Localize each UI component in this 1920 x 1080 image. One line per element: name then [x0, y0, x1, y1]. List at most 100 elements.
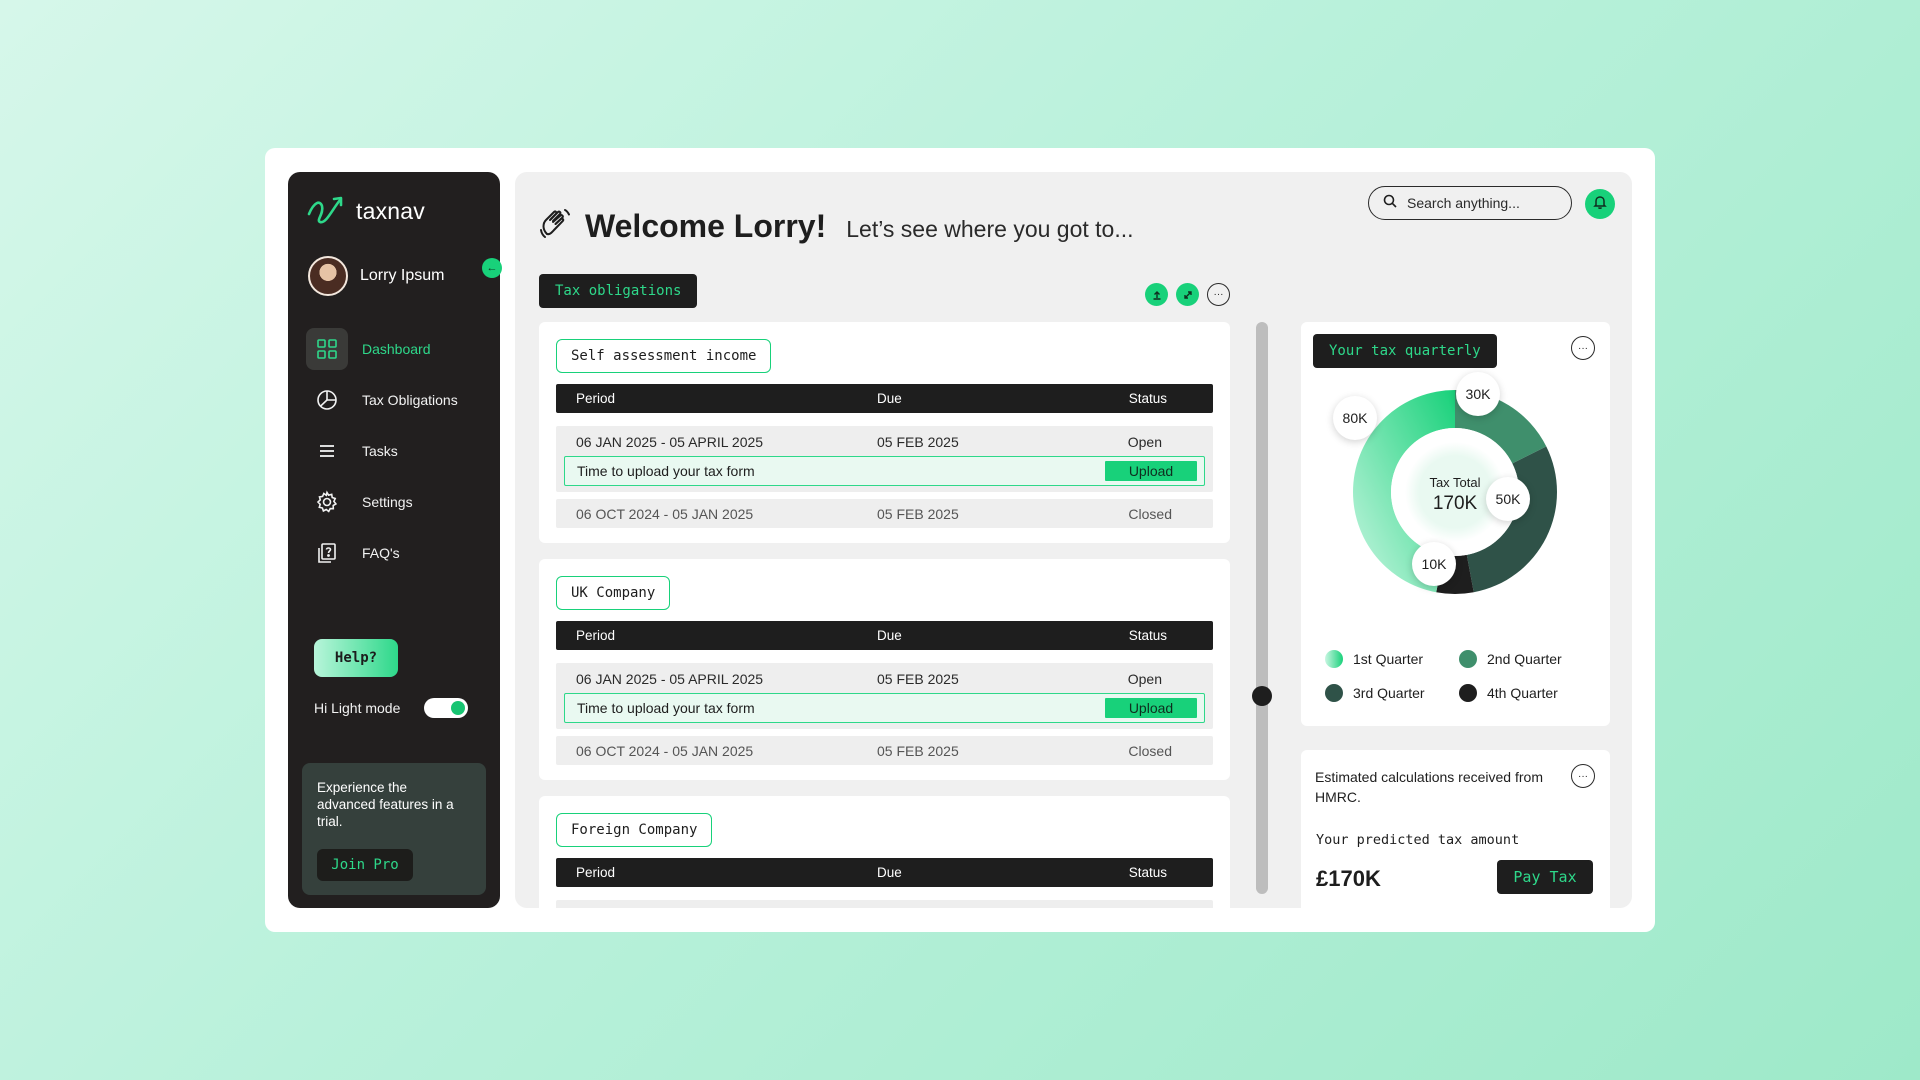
table-row[interactable]: 06 JAN 2025 - 05 APRIL 2025 05 FEB 2025 …: [556, 426, 1213, 492]
table-row[interactable]: 06 OCT 2024 - 05 JAN 2025 05 FEB 2025 Cl…: [556, 499, 1213, 528]
light-mode-row: Hi Light mode: [314, 698, 469, 718]
column-period: Period: [576, 628, 616, 643]
table-header: Period Due Status: [556, 858, 1213, 887]
column-status: Status: [1128, 391, 1167, 406]
sidebar-item-tasks[interactable]: Tasks: [306, 430, 482, 472]
collapse-sidebar-button[interactable]: ←: [482, 258, 502, 278]
search-input[interactable]: Search anything...: [1407, 195, 1520, 211]
more-options-icon[interactable]: ···: [1571, 764, 1595, 788]
legend-swatch: [1325, 650, 1343, 668]
row-period: 06 OCT 2024 - 05 JAN 2025: [576, 506, 754, 522]
upload-button[interactable]: Upload: [1105, 461, 1197, 481]
legend-item-q1: 1st Quarter: [1325, 650, 1459, 668]
faq-icon: [306, 532, 348, 574]
user-name: Lorry Ipsum: [360, 267, 445, 284]
legend-label: 3rd Quarter: [1353, 685, 1425, 701]
sidebar-nav: Dashboard Tax Obligations Tasks Settings…: [306, 328, 482, 583]
bell-icon: [1592, 194, 1608, 215]
column-status: Status: [1128, 628, 1167, 643]
more-options-icon[interactable]: ···: [1207, 283, 1230, 306]
join-pro-button[interactable]: Join Pro: [317, 849, 413, 881]
row-due: 05 FEB 2025: [877, 671, 959, 687]
row-status: Open: [1127, 434, 1162, 450]
table-row[interactable]: 06 OCT 2024 - 05 JAN 2025 05 FEB 2025 Cl…: [556, 736, 1213, 765]
sidebar-item-faqs[interactable]: FAQ's: [306, 532, 482, 574]
table-row[interactable]: [556, 900, 1213, 908]
legend-swatch: [1459, 684, 1477, 702]
search-icon: [1383, 194, 1397, 213]
row-status: Open: [1127, 671, 1162, 687]
legend-label: 4th Quarter: [1487, 685, 1558, 701]
slice-label-q1: 80K: [1333, 396, 1377, 440]
sidebar-item-dashboard[interactable]: Dashboard: [306, 328, 482, 370]
main-content: Welcome Lorry! Let’s see where you got t…: [515, 172, 1632, 908]
promo-text: Experience the advanced features in a tr…: [317, 780, 454, 829]
notifications-button[interactable]: [1585, 189, 1615, 219]
light-mode-toggle[interactable]: [424, 698, 469, 718]
legend-item-q4: 4th Quarter: [1459, 684, 1585, 702]
list-icon: [306, 430, 348, 472]
sidebar-item-label: Settings: [362, 494, 413, 510]
estimate-title: Estimated calculations received from HMR…: [1315, 769, 1543, 805]
section-actions: ···: [1145, 283, 1230, 306]
scrollbar-thumb[interactable]: [1252, 686, 1272, 706]
taxnav-logo-icon: [306, 192, 350, 231]
help-button[interactable]: Help?: [314, 639, 398, 677]
page-subtitle: Let’s see where you got to...: [846, 216, 1134, 242]
row-due: 05 FEB 2025: [877, 506, 959, 522]
light-mode-label: Hi Light mode: [314, 700, 401, 716]
sidebar: taxnav Lorry Ipsum ← Dashboard Tax Oblig…: [288, 172, 502, 908]
upload-message: Time to upload your tax form: [577, 700, 755, 716]
donut-center-label: Tax Total: [1429, 475, 1480, 490]
chevron-left-icon: ←: [486, 262, 498, 274]
sidebar-item-label: Tasks: [362, 443, 398, 459]
slice-label-q4: 10K: [1412, 542, 1456, 586]
promo-card: Experience the advanced features in a tr…: [302, 763, 486, 895]
row-period: 06 OCT 2024 - 05 JAN 2025: [576, 743, 754, 759]
upload-reminder: Time to upload your tax form Upload: [564, 693, 1205, 723]
more-options-icon[interactable]: ···: [1571, 336, 1595, 360]
upload-icon[interactable]: [1145, 283, 1168, 306]
logo[interactable]: taxnav: [306, 192, 425, 231]
waving-hand-icon: [537, 206, 573, 247]
grid-icon: [306, 328, 348, 370]
row-period: 06 JAN 2025 - 05 APRIL 2025: [576, 434, 764, 450]
user-profile[interactable]: Lorry Ipsum: [308, 256, 444, 296]
column-due: Due: [877, 391, 902, 406]
expand-icon[interactable]: [1176, 283, 1199, 306]
table-row[interactable]: 06 JAN 2025 - 05 APRIL 2025 05 FEB 2025 …: [556, 663, 1213, 729]
table-header: Period Due Status: [556, 621, 1213, 650]
row-period: 06 JAN 2025 - 05 APRIL 2025: [576, 671, 764, 687]
pay-tax-button[interactable]: Pay Tax: [1497, 860, 1593, 894]
row-status: Closed: [1128, 506, 1172, 522]
legend-item-q3: 3rd Quarter: [1325, 684, 1459, 702]
upload-message: Time to upload your tax form: [577, 463, 755, 479]
sidebar-item-label: Dashboard: [362, 341, 431, 357]
card-title: UK Company: [556, 576, 671, 610]
estimate-amount: £170K: [1316, 866, 1381, 891]
estimate-panel: Estimated calculations received from HMR…: [1301, 750, 1610, 908]
uk-company-card: UK Company Period Due Status 06 JAN 2025…: [539, 559, 1230, 780]
scrollbar-track[interactable]: [1256, 322, 1268, 894]
sidebar-item-label: FAQ's: [362, 545, 400, 561]
search-bar[interactable]: Search anything...: [1368, 186, 1572, 220]
row-due: 05 FEB 2025: [877, 434, 959, 450]
legend-swatch: [1325, 684, 1343, 702]
column-period: Period: [576, 865, 616, 880]
column-status: Status: [1128, 865, 1167, 880]
row-status: Closed: [1128, 743, 1172, 759]
sidebar-item-settings[interactable]: Settings: [306, 481, 482, 523]
page-title: Welcome Lorry!: [585, 208, 827, 244]
column-due: Due: [877, 865, 902, 880]
column-period: Period: [576, 391, 616, 406]
row-due: 05 FEB 2025: [877, 743, 959, 759]
self-assessment-card: Self assessment income Period Due Status…: [539, 322, 1230, 543]
card-title: Self assessment income: [556, 339, 772, 373]
sidebar-item-tax-obligations[interactable]: Tax Obligations: [306, 379, 482, 421]
gear-icon: [306, 481, 348, 523]
legend-label: 1st Quarter: [1353, 651, 1424, 667]
pie-chart-icon: [306, 379, 348, 421]
column-due: Due: [877, 628, 902, 643]
upload-button[interactable]: Upload: [1105, 698, 1197, 718]
tax-quarterly-panel: Your tax quarterly ··· Tax Total 170K 80…: [1301, 322, 1610, 726]
